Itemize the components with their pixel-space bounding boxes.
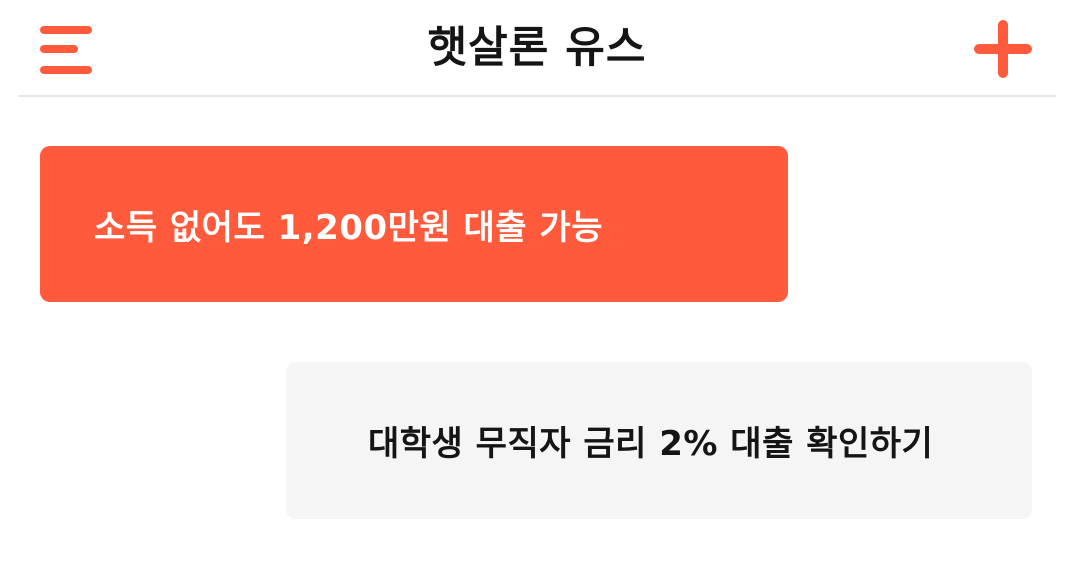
loan-check-card-secondary[interactable]: 대학생 무직자 금리 2% 대출 확인하기 — [286, 362, 1032, 519]
loan-check-card-secondary-label: 대학생 무직자 금리 2% 대출 확인하기 — [368, 424, 934, 464]
page-title: 햇살론 유스 — [427, 23, 647, 73]
loan-info-card-primary[interactable]: 소득 없어도 1,200만원 대출 가능 — [40, 146, 788, 302]
top-bar: 햇살론 유스 — [0, 0, 1074, 96]
add-button[interactable] — [972, 18, 1034, 80]
app-screen: 햇살론 유스 소득 없어도 1,200만원 대출 가능 대학생 무직자 금리 2… — [0, 0, 1074, 565]
header-divider — [18, 95, 1056, 97]
loan-info-card-primary-label: 소득 없어도 1,200만원 대출 가능 — [94, 207, 603, 248]
plus-icon-vertical — [998, 20, 1008, 78]
